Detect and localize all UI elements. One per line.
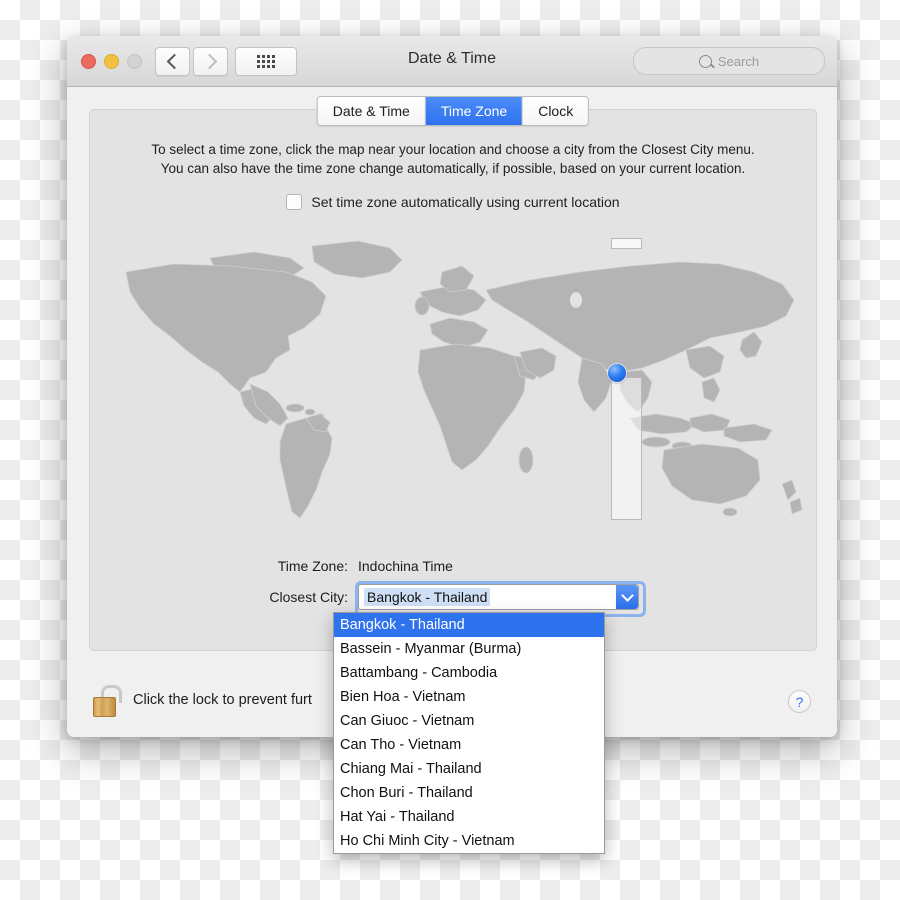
dropdown-option[interactable]: Chon Buri - Thailand [334,781,604,805]
closest-city-label: Closest City: [269,589,348,605]
tab-time-zone[interactable]: Time Zone [425,97,524,125]
timezone-band-top [611,238,642,249]
world-map[interactable] [90,232,816,542]
dropdown-option[interactable]: Chiang Mai - Thailand [334,757,604,781]
dropdown-option[interactable]: Ho Chi Minh City - Vietnam [334,829,604,853]
search-placeholder: Search [717,53,760,69]
closest-city-value: Bangkok - Thailand [364,588,491,606]
dropdown-option[interactable]: Can Tho - Vietnam [334,733,604,757]
help-button[interactable]: ? [788,690,811,713]
unlocked-padlock-icon[interactable] [93,685,122,717]
closest-city-dropdown[interactable]: Bangkok - Thailand Bassein - Myanmar (Bu… [333,612,605,854]
tab-clock[interactable]: Clock [523,97,589,125]
timezone-highlight-band [611,377,642,520]
instructions-text: To select a time zone, click the map nea… [90,140,816,178]
chevron-down-icon[interactable] [616,585,638,609]
window-titlebar: Date & Time Search [67,36,837,87]
instructions-line-2: You can also have the time zone change a… [160,161,746,176]
time-zone-row: Time Zone: Indochina Time [90,558,816,574]
location-pin-icon [608,364,626,382]
lock-message: Click the lock to prevent furt [133,692,312,708]
auto-timezone-row: Set time zone automatically using curren… [90,194,816,210]
dropdown-option[interactable]: Bassein - Myanmar (Burma) [334,637,604,661]
closest-city-combobox-wrapper: Bangkok - Thailand [355,581,646,617]
auto-timezone-label: Set time zone automatically using curren… [311,194,620,210]
instructions-line-1: To select a time zone, click the map nea… [151,142,755,157]
time-zone-label: Time Zone: [277,558,348,574]
closest-city-combobox[interactable]: Bangkok - Thailand [358,584,639,610]
timezone-panel: Date & Time Time Zone Clock To select a … [89,96,817,651]
tab-date-and-time[interactable]: Date & Time [317,97,426,125]
preference-tabs: Date & Time Time Zone Clock [316,96,590,126]
world-map-svg [90,232,816,542]
screenshot-root: Date & Time Search Date & Time Time Zone… [0,0,900,900]
search-input[interactable]: Search [633,47,825,75]
closest-city-row: Closest City: Bangkok - Thailand [90,581,816,617]
time-zone-value: Indochina Time [358,558,453,574]
dropdown-option[interactable]: Battambang - Cambodia [334,661,604,685]
dropdown-option[interactable]: Can Giuoc - Vietnam [334,709,604,733]
dropdown-option[interactable]: Hat Yai - Thailand [334,805,604,829]
dropdown-option[interactable]: Bien Hoa - Vietnam [334,685,604,709]
search-icon [698,54,712,68]
auto-timezone-checkbox[interactable] [286,194,303,210]
lock-row[interactable]: Click the lock to prevent furt [93,685,312,717]
dropdown-option[interactable]: Bangkok - Thailand [334,613,604,637]
